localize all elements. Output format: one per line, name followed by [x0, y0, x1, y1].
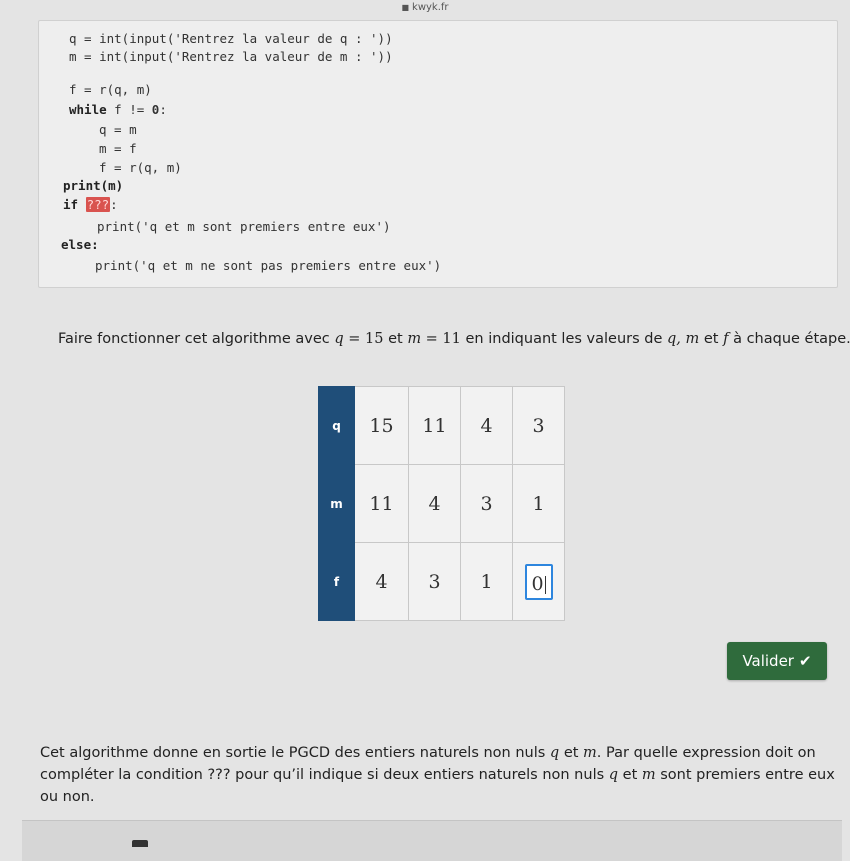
lock-icon: ■ — [401, 2, 410, 12]
code-colon: : — [159, 102, 167, 117]
keyword-if: if — [63, 197, 79, 212]
valider-button[interactable]: Valider ✔ — [727, 642, 827, 680]
prompt-et-2: et — [699, 331, 724, 347]
math-q: q — [334, 331, 344, 347]
table-cell: 3 — [408, 542, 461, 621]
code-line-2: m = int(input('Rentrez la valeur de m : … — [69, 49, 393, 64]
row-header-m: m — [318, 464, 355, 543]
prompt-text-2: en indiquant les valeurs de — [460, 331, 668, 347]
math-q: q — [549, 745, 560, 761]
code-line-4: while f != 0: — [69, 102, 167, 117]
domain-text: kwyk.fr — [412, 1, 449, 13]
keyword-while: while — [69, 102, 107, 117]
math-m: m — [641, 767, 656, 783]
math-m: m — [583, 745, 597, 761]
code-colon-2: : — [110, 197, 118, 212]
row-header-f: f — [318, 542, 355, 621]
math-eq-15: = 15 — [343, 331, 384, 347]
table-row: m 11 4 3 1 — [318, 464, 565, 543]
table-cell: 3 — [512, 386, 565, 465]
code-while-cond: f != — [106, 102, 152, 117]
math-qm: q, m — [667, 331, 700, 347]
table-cell: 4 — [460, 386, 513, 465]
conclusion-et: et — [559, 745, 584, 761]
row-header-q: q — [318, 386, 355, 465]
blank-condition: ??? — [85, 197, 111, 212]
code-block: q = int(input('Rentrez la valeur de q : … — [38, 20, 838, 288]
prompt-text-3: à chaque étape. — [728, 331, 850, 347]
table-cell: 4 — [354, 542, 409, 621]
partial-element — [132, 840, 148, 847]
code-line-6: m = f — [99, 141, 137, 156]
code-line-9: if ???: — [63, 197, 118, 212]
code-line-7: f = r(q, m) — [99, 160, 182, 175]
table-cell: 11 — [408, 386, 461, 465]
browser-address-bar[interactable]: ■ kwyk.fr — [0, 0, 850, 14]
conclusion-et-2: et — [618, 767, 642, 783]
math-q: q — [608, 767, 619, 783]
answer-input-value: 0 — [531, 572, 544, 595]
answer-input-f[interactable]: 0 — [524, 563, 553, 600]
prompt-text-1: Faire fonctionner cet algorithme avec — [58, 331, 335, 347]
code-line-5: q = m — [99, 122, 137, 137]
code-line-3: f = r(q, m) — [69, 82, 152, 97]
code-line-12: print('q et m ne sont pas premiers entre… — [95, 258, 442, 273]
text-caret — [544, 575, 546, 594]
math-eq-11: = 11 — [421, 331, 461, 347]
math-m: m — [407, 331, 422, 347]
table-cell: 1 — [460, 542, 513, 621]
table-cell: 15 — [354, 386, 409, 465]
code-print-true: print('q et m sont premiers entre eux') — [97, 219, 391, 234]
table-row: q 15 11 4 3 — [318, 386, 565, 465]
table-row: f 4 3 1 0 — [318, 542, 565, 621]
code-line-11: else: — [61, 237, 99, 252]
exercise-prompt: Faire fonctionner cet algorithme avec q … — [58, 331, 850, 347]
trace-table: q 15 11 4 3 m 11 4 3 1 f 4 3 1 0 — [318, 386, 565, 621]
code-line-10: print('q et m sont premiers entre eux') — [97, 219, 391, 234]
code-line-1: q = int(input('Rentrez la valeur de q : … — [69, 31, 393, 46]
conclusion-part-1: Cet algorithme donne en sortie le PGCD d… — [40, 745, 550, 761]
code-line-8: print(m) — [63, 178, 124, 193]
table-cell: 1 — [512, 464, 565, 543]
check-icon: ✔ — [798, 652, 812, 670]
table-cell: 3 — [460, 464, 513, 543]
answer-cell: 0 — [512, 542, 565, 621]
table-cell: 11 — [354, 464, 409, 543]
prompt-et: et — [383, 331, 408, 347]
conclusion-text: Cet algorithme donne en sortie le PGCD d… — [40, 742, 840, 808]
valider-label: Valider — [742, 652, 794, 670]
table-cell: 4 — [408, 464, 461, 543]
